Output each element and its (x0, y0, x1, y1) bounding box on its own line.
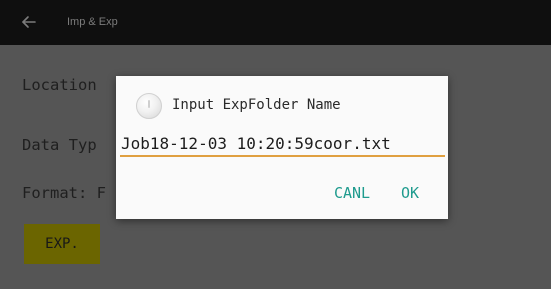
folder-name-input[interactable] (120, 131, 445, 157)
arrow-left-icon[interactable] (20, 13, 38, 31)
input-folder-name-dialog: Input ExpFolder Name CANL OK (116, 76, 448, 219)
ok-button[interactable]: OK (397, 180, 423, 206)
app-bar: Imp & Exp (0, 0, 551, 45)
location-label: Location (22, 76, 97, 94)
cancel-button[interactable]: CANL (328, 180, 376, 206)
page-title: Imp & Exp (67, 16, 118, 28)
format-label: Format: F (22, 184, 106, 202)
export-button[interactable]: EXP. (24, 224, 100, 264)
data-type-label: Data Typ (22, 136, 97, 154)
screen: Imp & Exp Location Data Typ Format: F EX… (0, 0, 551, 289)
dialog-title: Input ExpFolder Name (172, 97, 341, 113)
info-icon (136, 93, 162, 119)
